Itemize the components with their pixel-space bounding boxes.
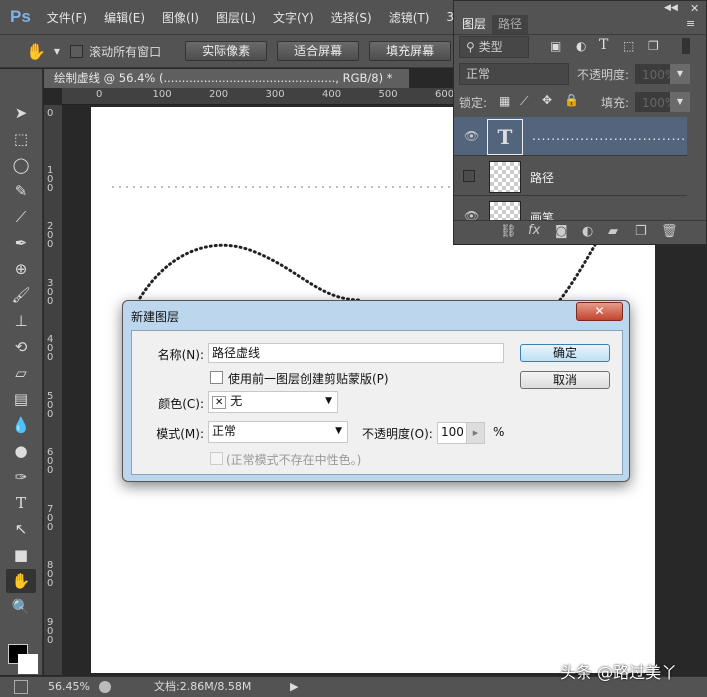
layer-name: ................................ — [532, 129, 687, 143]
layers-panel: ◀◀ ✕ 图层 路径 ≡ ⚲ 类型 ▣ ◐ T ⬚ ❐ 正常 不透明度: 100… — [453, 0, 707, 245]
filter-type-icon[interactable]: T — [599, 37, 608, 53]
status-arrow-icon[interactable]: ▶ — [290, 677, 298, 697]
chevron-down-icon: ▼ — [335, 426, 342, 436]
filter-pixel-icon[interactable]: ▣ — [550, 39, 561, 53]
dotted-wave-path — [138, 243, 597, 302]
link-layers-icon[interactable]: ⛓ — [500, 224, 517, 239]
neutral-color-label: (正常模式不存在中性色。) — [226, 453, 362, 467]
document-size: 文档:2.86M/8.58M — [154, 680, 252, 693]
filter-shape-icon[interactable]: ⬚ — [623, 39, 634, 53]
panel-menu-icon[interactable]: ≡ — [686, 17, 695, 30]
percent-sign: % — [493, 425, 505, 439]
lock-all-icon[interactable]: 🔒 — [564, 93, 579, 107]
layer-name: 路径 — [530, 171, 555, 185]
layer-row-text[interactable]: 👁 T ................................ — [454, 117, 687, 156]
mode-label: 模式(M): — [156, 427, 204, 441]
layer-thumbnail — [489, 201, 521, 220]
filter-toggle[interactable] — [682, 38, 690, 54]
name-label: 名称(N): — [157, 348, 204, 362]
watermark: 头条 @路过美丫 — [560, 663, 678, 682]
fill-dropdown-icon[interactable]: ▼ — [670, 92, 690, 112]
layer-style-fx-icon[interactable]: fx — [528, 223, 540, 238]
new-layer-dialog: 新建图层 ✕ 名称(N): 路径虚线 使用前一图层创建剪贴蒙版(P) 颜色(C)… — [122, 300, 630, 482]
collapse-panel-icon[interactable]: ◀◀ — [664, 3, 678, 13]
close-panel-icon[interactable]: ✕ — [690, 2, 699, 15]
dialog-close-button[interactable]: ✕ — [576, 302, 623, 321]
quick-mask-icon[interactable] — [14, 680, 28, 694]
lock-position-icon[interactable]: ✥ — [542, 93, 552, 107]
opacity-label: 不透明度: — [577, 68, 630, 82]
visibility-off-box[interactable] — [463, 170, 475, 182]
mode-value: 正常 — [212, 424, 237, 438]
opacity-slider-button[interactable]: ▶ — [466, 422, 485, 444]
cancel-button[interactable]: 取消 — [520, 371, 610, 389]
delete-layer-icon[interactable]: 🗑 — [661, 224, 678, 239]
neutral-color-checkbox[interactable] — [210, 452, 223, 465]
opacity-input[interactable]: 100 — [437, 422, 467, 444]
lock-image-icon[interactable]: ⟋ — [520, 94, 528, 109]
tab-layers[interactable]: 图层 — [456, 15, 493, 34]
dialog-body: 名称(N): 路径虚线 使用前一图层创建剪贴蒙版(P) 颜色(C): ✕ 无 ▼… — [131, 330, 623, 475]
ok-button[interactable]: 确定 — [520, 344, 610, 362]
opacity-dropdown-icon[interactable]: ▼ — [670, 64, 690, 84]
color-select[interactable]: ✕ 无 ▼ — [208, 391, 338, 413]
tab-paths[interactable]: 路径 — [492, 15, 529, 34]
clipping-mask-checkbox[interactable] — [210, 371, 223, 384]
layer-name: 画笔 — [530, 211, 555, 220]
chevron-down-icon: ▼ — [325, 396, 332, 406]
panel-footer: ⛓ fx ◙ ◐ ▰ ❐ 🗑 — [454, 220, 706, 244]
clipping-mask-label: 使用前一图层创建剪贴蒙版(P) — [228, 372, 389, 386]
filter-type-select[interactable]: ⚲ 类型 — [459, 36, 529, 58]
add-mask-icon[interactable]: ◙ — [555, 224, 568, 239]
color-label: 颜色(C): — [158, 397, 204, 411]
status-menu-icon[interactable] — [99, 681, 111, 693]
new-group-icon[interactable]: ▰ — [608, 224, 618, 239]
layer-row-brush[interactable]: 👁 画笔 — [454, 197, 687, 220]
adjustment-layer-icon[interactable]: ◐ — [582, 224, 593, 239]
text-layer-thumbnail-icon: T — [487, 119, 523, 155]
dialog-title: 新建图层 — [131, 310, 180, 324]
lock-transparent-icon[interactable]: ▦ — [499, 94, 510, 108]
lock-label: 锁定: — [459, 96, 488, 110]
color-value: 无 — [230, 394, 243, 408]
mode-select[interactable]: 正常 ▼ — [208, 421, 348, 443]
layer-row-path[interactable]: 路径 — [454, 157, 687, 196]
new-layer-icon[interactable]: ❐ — [635, 224, 647, 239]
filter-adjustment-icon[interactable]: ◐ — [576, 39, 586, 53]
layer-thumbnail — [489, 161, 521, 193]
no-color-icon: ✕ — [212, 396, 227, 409]
zoom-level[interactable]: 56.45% — [48, 677, 90, 697]
name-input[interactable]: 路径虚线 — [208, 343, 504, 363]
filter-smart-icon[interactable]: ❐ — [648, 39, 659, 53]
blend-mode-select[interactable]: 正常 — [459, 63, 569, 85]
visibility-eye-icon[interactable]: 👁 — [464, 209, 479, 220]
layers-list: 👁 T ................................ 路径 … — [454, 116, 707, 220]
opacity-label: 不透明度(O): — [362, 427, 433, 441]
fill-label: 填充: — [601, 96, 630, 110]
filter-type-label: 类型 — [478, 40, 503, 54]
visibility-eye-icon[interactable]: 👁 — [464, 129, 479, 143]
